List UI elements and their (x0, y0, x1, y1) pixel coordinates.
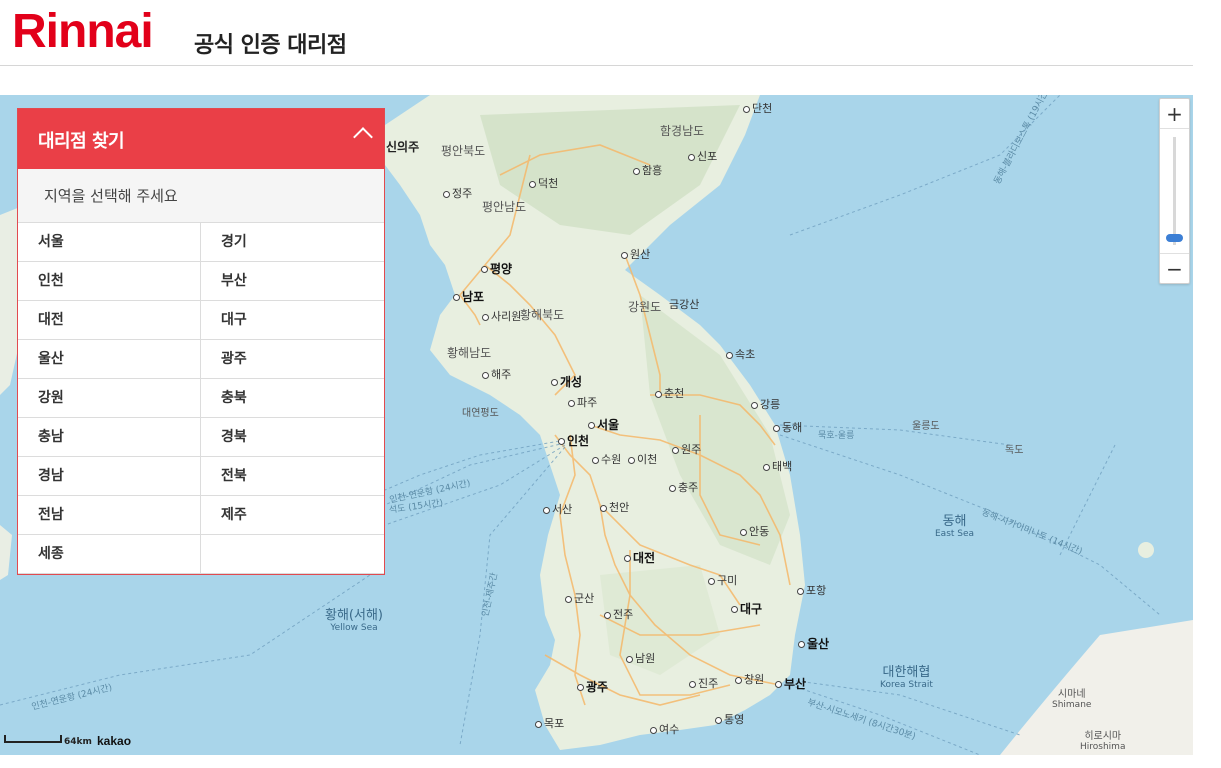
map-label-incheon: 인천 (558, 432, 589, 449)
region-button[interactable]: 대전 (18, 301, 201, 340)
map-label-sinuiju: 신의주 (386, 140, 420, 154)
page-title: 공식 인증 대리점 (194, 33, 347, 58)
map-scale-label: 64km (64, 737, 92, 747)
region-empty-cell (201, 535, 384, 574)
region-button[interactable]: 제주 (201, 496, 384, 535)
region-button[interactable]: 전북 (201, 457, 384, 496)
region-button[interactable]: 경남 (18, 457, 201, 496)
region-button[interactable]: 충북 (201, 379, 384, 418)
region-button[interactable]: 경북 (201, 418, 384, 457)
map-label-mukho-ulleung: 묵호-울릉 (818, 431, 855, 441)
map-label-dokdo: 독도 (1005, 445, 1024, 456)
map-label-hamgyeongnam: 함경남도 (660, 124, 705, 138)
map-label-daegu: 대구 (731, 600, 762, 617)
dealer-finder-panel: 대리점 찾기 지역을 선택해 주세요 서울 경기 인천 부산 대전 대구 울산 광주 강원 충북 충… (17, 108, 385, 575)
region-button[interactable]: 부산 (201, 262, 384, 301)
region-prompt: 지역을 선택해 주세요 (18, 169, 384, 223)
map-label-geumgangsan: 금강산 (669, 298, 700, 311)
map-label-cheonan: 천안 (600, 499, 629, 515)
map-label-seosan: 서산 (543, 501, 572, 517)
map-label-dancheon: 단천 (743, 100, 772, 116)
map-label-jeonju: 전주 (604, 606, 633, 622)
map-label-korea-strait: 대한해협 Korea Strait (880, 665, 933, 690)
map-label-hwanghaenam: 황해남도 (447, 346, 492, 360)
map-label-gunsan: 군산 (565, 590, 594, 606)
map-scale-bar (4, 735, 62, 743)
map-label-yellow-sea: 황해(서해) Yellow Sea (325, 608, 383, 633)
map-label-sokcho: 속초 (726, 346, 755, 362)
map-label-hiroshima: 히로시마 Hiroshima (1080, 731, 1126, 752)
map-label-donghae-city: 동해 (773, 419, 802, 435)
rinnai-logo[interactable]: Rinnai (12, 6, 154, 58)
site-header: Rinnai 공식 인증 대리점 (0, 0, 1193, 66)
map-label-deokcheon: 덕천 (529, 175, 558, 191)
map-label-gwangju: 광주 (577, 678, 608, 695)
map-label-east-sea: 동해 East Sea (935, 514, 975, 539)
map-label-sinpo: 신포 (688, 148, 717, 164)
map-label-mokpo: 목포 (535, 715, 564, 731)
map-label-busan: 부산 (775, 675, 806, 692)
kakao-logo[interactable]: kakao (97, 734, 131, 748)
map-label-gumi: 구미 (708, 572, 737, 588)
map-label-ulleungdo: 울릉도 (912, 421, 940, 432)
map-label-yeonpyeong: 대연평도 (462, 408, 499, 419)
region-button[interactable]: 인천 (18, 262, 201, 301)
region-button[interactable]: 서울 (18, 223, 201, 262)
region-button[interactable]: 강원 (18, 379, 201, 418)
region-button[interactable]: 세종 (18, 535, 201, 574)
region-grid: 서울 경기 인천 부산 대전 대구 울산 광주 강원 충북 충남 경북 경남 전북 전남 제주 세종 (18, 223, 384, 574)
map-label-gangwondo-north: 강원도 (628, 300, 662, 314)
region-button[interactable]: 광주 (201, 340, 384, 379)
zoom-out-button[interactable]: − (1160, 253, 1189, 283)
map-label-pyongyang: 평양 (481, 260, 512, 277)
chevron-up-icon[interactable] (352, 123, 374, 145)
zoom-in-button[interactable]: + (1160, 99, 1189, 129)
region-button[interactable]: 대구 (201, 301, 384, 340)
map-label-daejeon: 대전 (624, 549, 655, 566)
map-label-wonsan: 원산 (621, 246, 650, 262)
region-button[interactable]: 울산 (18, 340, 201, 379)
map-label-pohang: 포항 (797, 582, 826, 598)
map-label-sariwon: 사리원 (482, 308, 521, 324)
region-button[interactable]: 전남 (18, 496, 201, 535)
zoom-slider-handle[interactable] (1166, 234, 1183, 242)
map-label-nampo: 남포 (453, 288, 484, 305)
zoom-control: + − (1159, 98, 1190, 284)
panel-title: 대리점 찾기 (38, 131, 125, 152)
panel-header: 대리점 찾기 (18, 109, 384, 169)
map-label-gangneung: 강릉 (751, 396, 780, 412)
map-label-tongyeong: 통영 (715, 711, 744, 727)
map-label-chuncheon: 춘천 (655, 385, 684, 401)
map-label-seoul: 서울 (588, 416, 619, 433)
map-label-jeongju: 정주 (443, 185, 472, 201)
map-label-jinju: 진주 (689, 675, 718, 691)
map-label-yeosu: 여수 (650, 721, 679, 737)
region-button[interactable]: 경기 (201, 223, 384, 262)
map-label-haeju: 해주 (482, 366, 511, 382)
map-label-paju: 파주 (568, 394, 597, 410)
map-label-andong: 안동 (740, 523, 769, 539)
map-label-pyeongannam: 평안남도 (482, 200, 527, 214)
map-label-hwanghaebuk: 황해북도 (520, 308, 565, 322)
map-label-shimane: 시마네 Shimane (1052, 689, 1092, 710)
map-label-wonju: 원주 (672, 441, 701, 457)
zoom-slider-track[interactable] (1173, 137, 1176, 245)
map-label-icheon: 이천 (628, 451, 657, 467)
map-label-pyeonganbuk: 평안북도 (441, 144, 486, 158)
map-label-changwon: 창원 (735, 671, 764, 687)
map-label-suwon: 수원 (592, 451, 621, 467)
map-label-hamheung: 함흥 (633, 162, 662, 178)
map-label-chungju: 충주 (669, 479, 698, 495)
map-label-kaesong: 개성 (551, 373, 582, 390)
map-label-taebaek: 태백 (763, 458, 792, 474)
map-label-namwon: 남원 (626, 650, 655, 666)
map-label-ulsan: 울산 (798, 635, 829, 652)
region-button[interactable]: 충남 (18, 418, 201, 457)
